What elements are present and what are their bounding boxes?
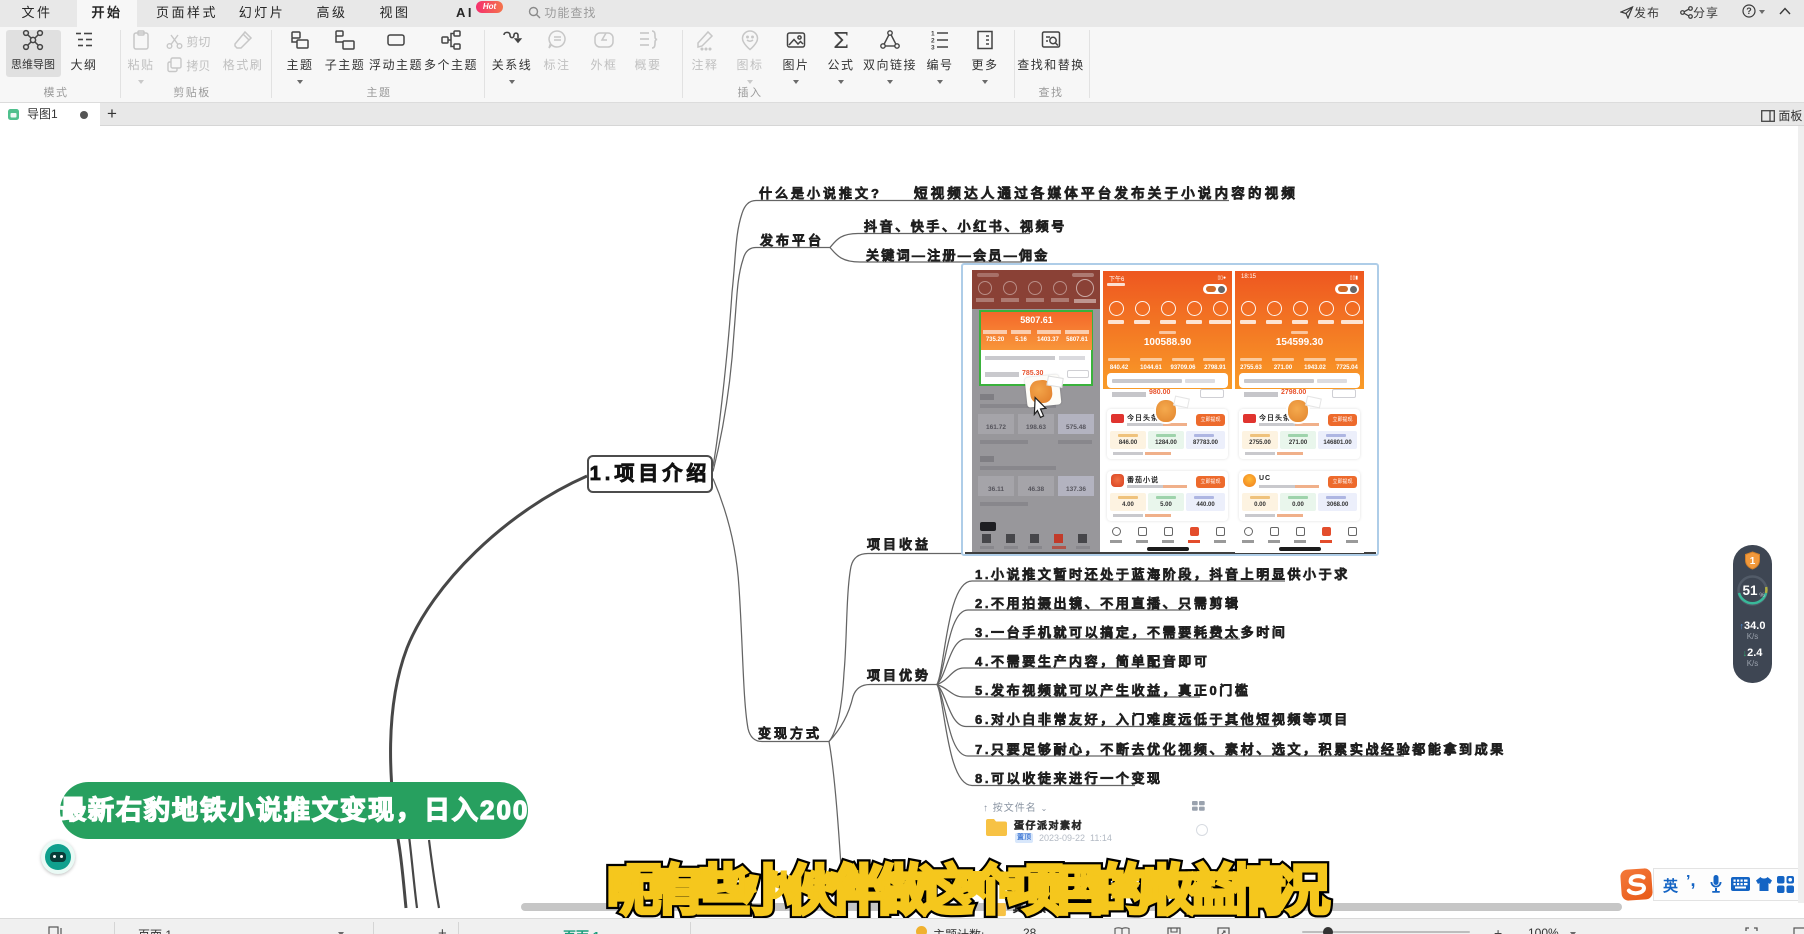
svg-text:%: % — [1759, 593, 1765, 599]
svg-text:51: 51 — [1742, 583, 1758, 598]
svg-text:1: 1 — [1750, 556, 1756, 567]
